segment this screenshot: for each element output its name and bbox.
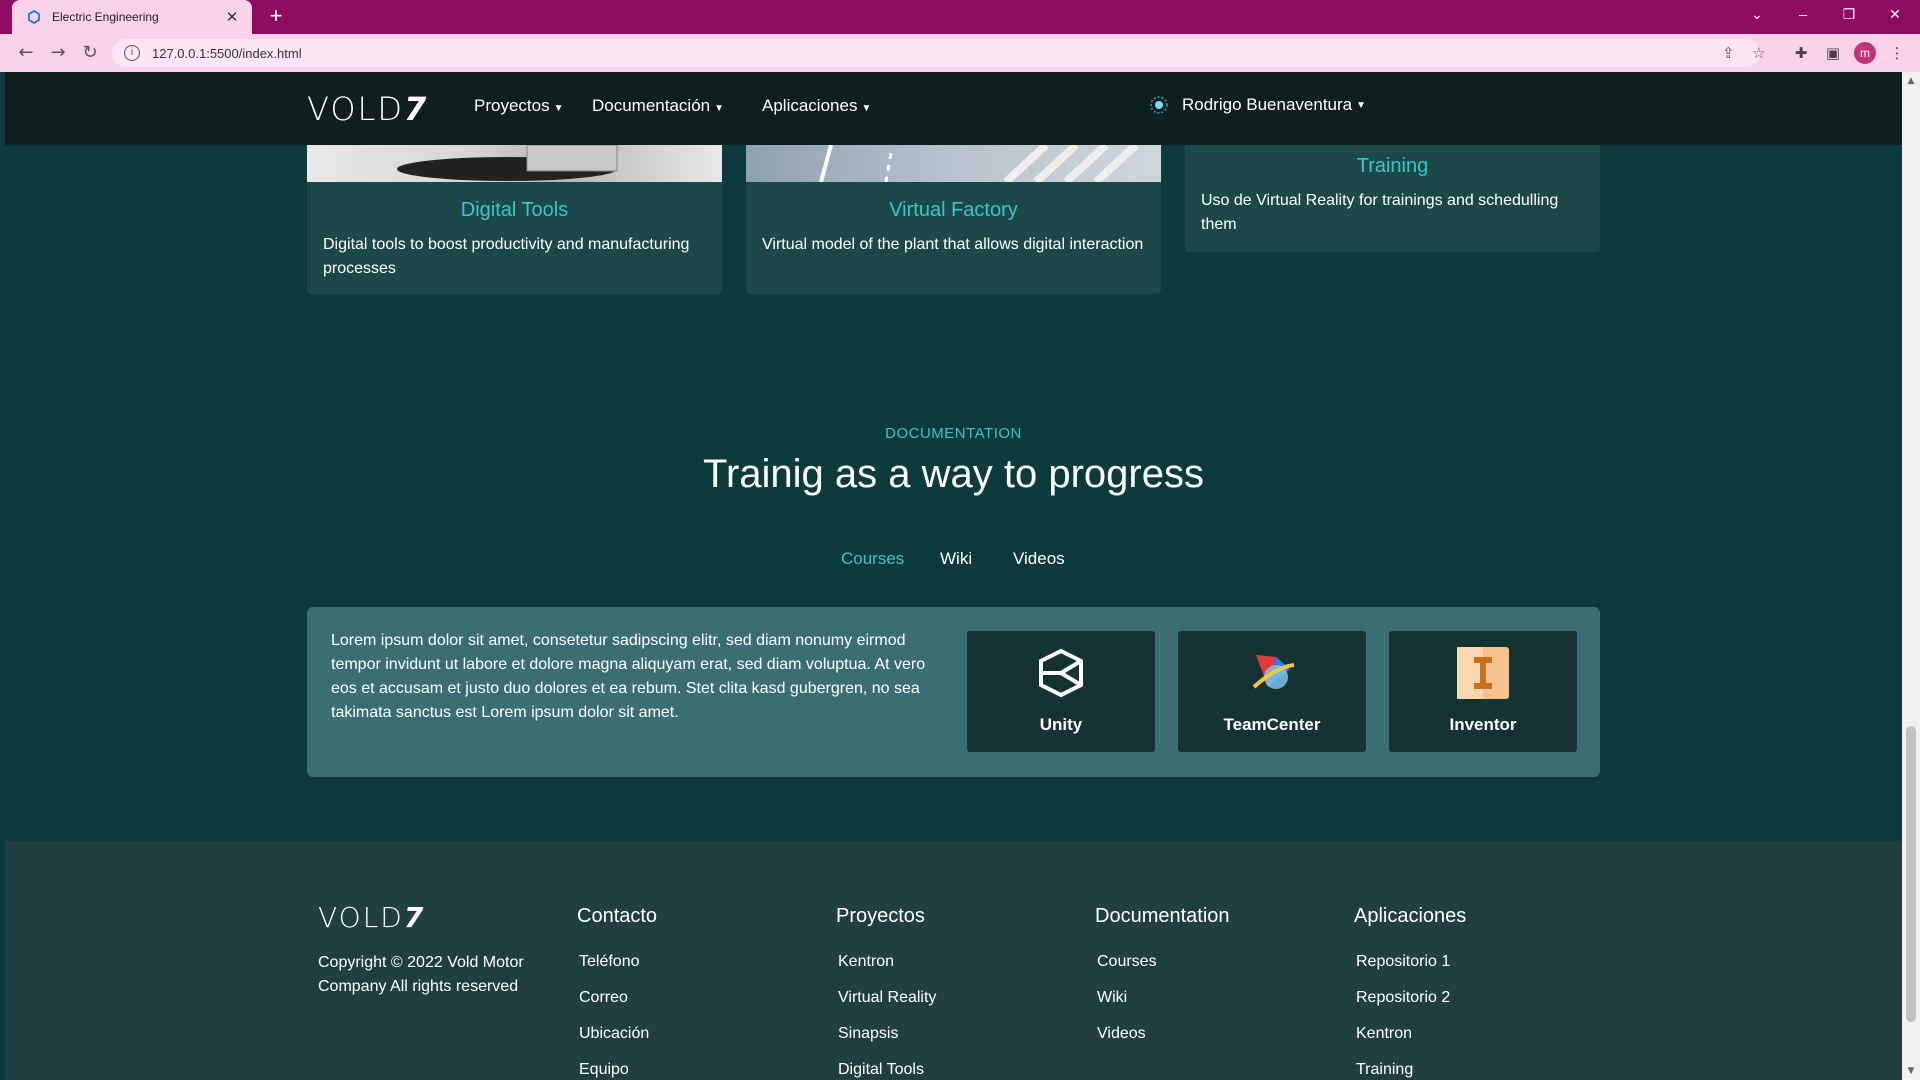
footer-link[interactable]: Training bbox=[1356, 1061, 1413, 1079]
url-text: 127.0.0.1:5500/index.html bbox=[152, 45, 302, 61]
footer-link[interactable]: Kentron bbox=[838, 953, 894, 971]
app-label: Unity bbox=[1039, 715, 1083, 734]
extensions-icon[interactable]: ✚ bbox=[1790, 42, 1812, 64]
card-text: Uso de Virtual Reality for trainings and… bbox=[1201, 192, 1559, 233]
footer-link[interactable]: Repositorio 2 bbox=[1356, 989, 1450, 1007]
site-info-icon[interactable]: i bbox=[124, 45, 140, 61]
back-button[interactable]: ← bbox=[13, 40, 39, 66]
footer-link[interactable]: Kentron bbox=[1356, 1025, 1412, 1043]
footer-link[interactable]: Sinapsis bbox=[838, 1025, 898, 1043]
site-footer: VOLD7 Copyright © 2022 Vold Motor Compan… bbox=[5, 841, 1902, 1080]
caret-down-icon: ▼ bbox=[714, 103, 725, 114]
footer-link[interactable]: Virtual Reality bbox=[838, 989, 936, 1007]
unity-icon bbox=[1035, 647, 1087, 699]
teamcenter-icon bbox=[1246, 647, 1298, 699]
card-virtual-factory[interactable]: Virtual Factory Virtual model of the pla… bbox=[746, 145, 1161, 294]
site-logo[interactable]: VOLD7 bbox=[307, 90, 428, 128]
caret-down-icon: ▼ bbox=[861, 103, 872, 114]
card-title: Virtual Factory bbox=[889, 199, 1018, 221]
profile-avatar[interactable]: m bbox=[1854, 42, 1876, 64]
footer-heading-documentation: Documentation bbox=[1095, 905, 1230, 927]
browser-tab[interactable]: Electric Engineering ✕ bbox=[12, 0, 252, 34]
favicon-icon bbox=[26, 9, 42, 25]
tab-courses[interactable]: Courses bbox=[841, 549, 904, 569]
footer-link[interactable]: Ubicación bbox=[579, 1025, 649, 1043]
app-label: Inventor bbox=[1449, 715, 1517, 734]
app-card-inventor[interactable]: Inventor bbox=[1389, 631, 1577, 752]
card-image bbox=[307, 145, 722, 182]
new-tab-button[interactable]: + bbox=[264, 4, 288, 28]
card-image bbox=[746, 145, 1161, 185]
footer-link[interactable]: Videos bbox=[1097, 1025, 1146, 1043]
card-digital-tools[interactable]: Digital Tools Digital tools to boost pro… bbox=[307, 145, 722, 294]
menu-aplicaciones[interactable]: Aplicaciones ▼ bbox=[762, 96, 871, 116]
card-title: Digital Tools bbox=[460, 199, 569, 221]
share-icon[interactable]: ⇪ bbox=[1722, 44, 1735, 62]
footer-heading-proyectos: Proyectos bbox=[836, 905, 925, 927]
section-kicker: DOCUMENTATION bbox=[885, 425, 1022, 442]
scroll-down-icon[interactable]: ▼ bbox=[1906, 1066, 1916, 1076]
caret-down-icon: ▼ bbox=[1356, 99, 1367, 111]
courses-panel: Lorem ipsum dolor sit amet, consetetur s… bbox=[307, 607, 1600, 777]
scroll-up-icon[interactable]: ▲ bbox=[1906, 76, 1916, 86]
app-card-teamcenter[interactable]: TeamCenter bbox=[1178, 631, 1366, 752]
minimize-button[interactable]: – bbox=[1780, 0, 1826, 30]
user-menu[interactable]: Rodrigo Buenaventura ▼ bbox=[1148, 94, 1366, 116]
footer-link[interactable]: Digital Tools bbox=[838, 1061, 924, 1079]
menu-documentacion[interactable]: Documentación ▼ bbox=[592, 96, 724, 116]
courses-description: Lorem ipsum dolor sit amet, consetetur s… bbox=[331, 632, 926, 721]
tab-close-icon[interactable]: ✕ bbox=[222, 8, 242, 26]
footer-link[interactable]: Repositorio 1 bbox=[1356, 953, 1450, 971]
card-text: Digital tools to boost productivity and … bbox=[323, 236, 690, 277]
card-training[interactable]: Training Uso de Virtual Reality for trai… bbox=[1185, 145, 1600, 252]
card-text: Virtual model of the plant that allows d… bbox=[762, 236, 1144, 253]
menu-proyectos[interactable]: Proyectos ▼ bbox=[474, 96, 564, 116]
footer-link[interactable]: Teléfono bbox=[579, 953, 640, 971]
app-card-unity[interactable]: Unity bbox=[967, 631, 1155, 752]
user-name: Rodrigo Buenaventura bbox=[1182, 95, 1353, 114]
address-bar[interactable]: i 127.0.0.1:5500/index.html ⇪ ☆ bbox=[112, 39, 1765, 67]
section-heading: Trainig as a way to progress bbox=[703, 452, 1204, 496]
tab-title: Electric Engineering bbox=[52, 10, 159, 24]
browser-tab-strip: Electric Engineering ✕ + ⌄ – ❐ ✕ bbox=[0, 0, 1920, 34]
tab-search-icon[interactable]: ⌄ bbox=[1734, 0, 1780, 30]
footer-heading-aplicaciones: Aplicaciones bbox=[1354, 905, 1467, 927]
forward-button[interactable]: → bbox=[45, 40, 71, 66]
app-label: TeamCenter bbox=[1223, 715, 1321, 734]
site-navbar: VOLD7 Proyectos ▼ Documentación ▼ Aplicaci… bbox=[5, 72, 1902, 145]
footer-logo[interactable]: VOLD7 bbox=[318, 901, 425, 934]
browser-menu-icon[interactable]: ⋮ bbox=[1886, 42, 1908, 64]
footer-link[interactable]: Equipo bbox=[579, 1061, 629, 1079]
inventor-icon bbox=[1457, 647, 1509, 699]
footer-link[interactable]: Correo bbox=[579, 989, 628, 1007]
side-panel-icon[interactable]: ▣ bbox=[1822, 42, 1844, 64]
footer-heading-contacto: Contacto bbox=[577, 905, 658, 927]
user-avatar-icon bbox=[1148, 94, 1170, 116]
restore-button[interactable]: ❐ bbox=[1826, 0, 1872, 30]
reload-button[interactable]: ↻ bbox=[77, 40, 103, 66]
window-close-button[interactable]: ✕ bbox=[1872, 0, 1918, 30]
browser-toolbar: ← → ↻ i 127.0.0.1:5500/index.html ⇪ ☆ ✚ … bbox=[0, 34, 1920, 72]
card-title: Training bbox=[1356, 155, 1429, 177]
copyright-text: Copyright © 2022 Vold Motor Company All … bbox=[318, 954, 524, 995]
footer-link[interactable]: Wiki bbox=[1097, 989, 1127, 1007]
bookmark-star-icon[interactable]: ☆ bbox=[1752, 44, 1765, 62]
tab-wiki[interactable]: Wiki bbox=[940, 549, 972, 569]
footer-link[interactable]: Courses bbox=[1097, 953, 1157, 971]
tab-videos[interactable]: Videos bbox=[1013, 549, 1065, 569]
web-page: VOLD7 Proyectos ▼ Documentación ▼ Aplicaci… bbox=[5, 72, 1902, 1080]
page-scrollbar[interactable]: ▲ ▼ bbox=[1902, 72, 1920, 1080]
scrollbar-thumb[interactable] bbox=[1906, 726, 1916, 1022]
caret-down-icon: ▼ bbox=[553, 103, 564, 114]
